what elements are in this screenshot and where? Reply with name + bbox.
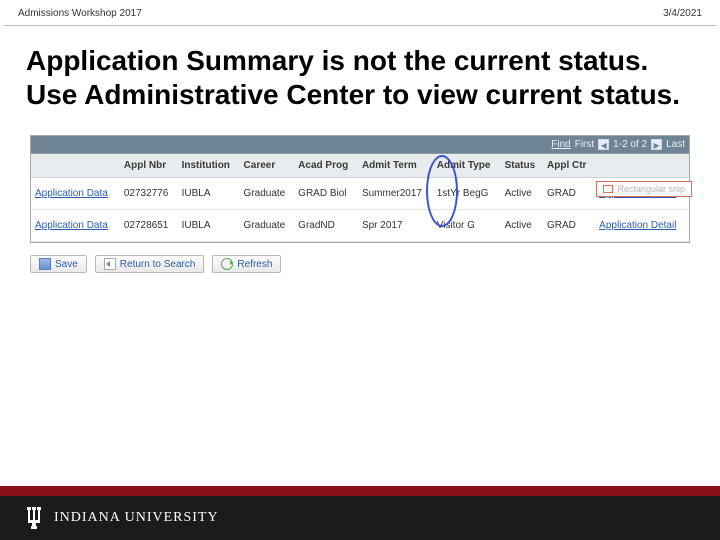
table-row: Application Data 02732776 IUBLA Graduate… [31,178,689,210]
refresh-button[interactable]: Refresh [212,255,281,273]
cell-acad-prog: GradND [294,210,358,242]
cell-status: Active [501,210,543,242]
refresh-label: Refresh [237,259,272,270]
col-detail [595,154,689,178]
cell-appl-nbr: 02728651 [120,210,178,242]
trident-icon [24,505,44,531]
brand-text: INDIANA UNIVERSITY [54,510,219,526]
cell-appl-ctr: GRAD [543,210,595,242]
application-data-link[interactable]: Application Data [35,220,108,231]
cell-career: Graduate [240,178,295,210]
grid-first-label: First [575,139,594,150]
return-icon [104,258,116,270]
return-to-search-button[interactable]: Return to Search [95,255,205,273]
cell-admit-type: Visitor G [433,210,501,242]
slide-header-date: 3/4/2021 [663,8,702,19]
cell-admit-type: 1stYr BegG [433,178,501,210]
cell-career: Graduate [240,210,295,242]
save-button[interactable]: Save [30,255,87,273]
col-status: Status [501,154,543,178]
snip-label: Rectangular snip [617,184,685,194]
save-label: Save [55,259,78,270]
cell-status: Active [501,178,543,210]
col-admit-term: Admit Term [358,154,433,178]
grid-find-link[interactable]: Find [551,139,570,150]
grid-nav-bar: Find First ◀ 1-2 of 2 ▶ Last [31,136,689,154]
cell-acad-prog: GRAD Biol [294,178,358,210]
refresh-icon [221,258,233,270]
col-acad-prog: Acad Prog [294,154,358,178]
application-data-link[interactable]: Application Data [35,188,108,199]
save-icon [39,258,51,270]
table-row: Application Data 02728651 IUBLA Graduate… [31,210,689,242]
action-toolbar: Save Return to Search Refresh [30,255,690,273]
cell-appl-nbr: 02732776 [120,178,178,210]
application-detail-link[interactable]: Application Detail [599,220,676,231]
col-blank [31,154,120,178]
col-appl-ctr: Appl Ctr [543,154,595,178]
cell-institution: IUBLA [178,210,240,242]
grid-next-button[interactable]: ▶ [651,139,662,150]
cell-admit-term: Spr 2017 [358,210,433,242]
footer-bar: INDIANA UNIVERSITY [0,496,720,540]
cell-institution: IUBLA [178,178,240,210]
footer: INDIANA UNIVERSITY [0,486,720,540]
grid-last-label: Last [666,139,685,150]
grid-header-row: Appl Nbr Institution Career Acad Prog Ad… [31,154,689,178]
page-title: Application Summary is not the current s… [0,26,720,121]
snip-toolbar: Rectangular snip [596,181,692,197]
col-career: Career [240,154,295,178]
iu-logo: INDIANA UNIVERSITY [24,505,219,531]
grid-range: 1-2 of 2 [613,139,647,150]
col-appl-nbr: Appl Nbr [120,154,178,178]
col-admit-type: Admit Type [433,154,501,178]
return-label: Return to Search [120,259,196,270]
grid-prev-button[interactable]: ◀ [598,139,609,150]
footer-red-stripe [0,486,720,496]
cell-appl-ctr: GRAD [543,178,595,210]
rect-snip-icon [603,185,613,193]
col-institution: Institution [178,154,240,178]
cell-admit-term: Summer2017 [358,178,433,210]
slide-header-left: Admissions Workshop 2017 [18,8,142,19]
application-grid: Find First ◀ 1-2 of 2 ▶ Last Appl Nbr In… [30,135,690,243]
